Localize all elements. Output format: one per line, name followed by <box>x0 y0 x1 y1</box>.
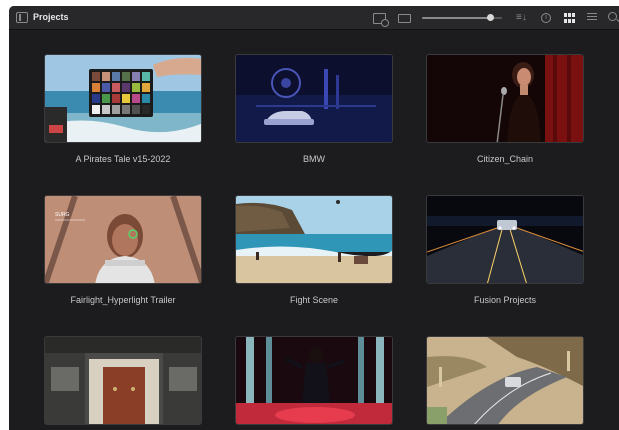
color-chart-swatch <box>132 83 140 92</box>
blue-night-car-image <box>236 55 392 142</box>
svg-text:SURG: SURG <box>55 212 70 218</box>
color-chart-swatch <box>112 83 120 92</box>
color-chart-swatch <box>122 72 130 81</box>
project-thumbnail[interactable] <box>44 54 202 143</box>
project-name: Fusion Projects <box>473 295 537 305</box>
neon-dancer-image <box>236 337 392 424</box>
display-icon[interactable] <box>398 14 411 23</box>
sidebar-toggle-icon[interactable] <box>16 12 28 23</box>
project-thumbnail[interactable] <box>235 54 393 143</box>
color-chart-swatch <box>112 94 120 103</box>
color-chart-swatch <box>122 83 130 92</box>
projects-window: Projects ≡↓ i A Pirates Tale v15-2022 BM… <box>9 6 619 430</box>
project-name: Fairlight_Hyperlight Trailer <box>70 295 176 305</box>
color-chart-swatch <box>92 72 100 81</box>
project-name: A Pirates Tale v15-2022 <box>75 154 171 164</box>
beach-color-chart-image <box>45 55 201 142</box>
color-chart-swatch <box>102 83 110 92</box>
search-icon[interactable] <box>608 12 617 21</box>
zoom-slider-thumb[interactable] <box>486 14 494 21</box>
info-icon[interactable]: i <box>541 13 551 23</box>
project-name: Fight Scene <box>289 295 339 305</box>
window-title: Projects <box>33 12 69 22</box>
project-thumbnail[interactable] <box>426 54 584 143</box>
color-chart-swatch <box>132 72 140 81</box>
project-thumbnail[interactable] <box>44 336 202 425</box>
color-chart-swatch <box>122 105 130 114</box>
storefront-door-image <box>45 337 201 424</box>
color-chart-swatch <box>132 105 140 114</box>
project-thumbnail[interactable] <box>426 336 584 425</box>
color-chart-swatch <box>102 72 110 81</box>
color-chart-swatch <box>142 94 150 103</box>
coastal-road-car-image <box>427 337 583 424</box>
project-grid: A Pirates Tale v15-2022 BMW Citizen_Chai… <box>9 30 619 430</box>
color-chart-swatch <box>102 105 110 114</box>
face-hud-image: SURG <box>45 196 201 283</box>
color-chart-swatch <box>112 105 120 114</box>
color-chart-swatch <box>102 94 110 103</box>
color-chart-swatch <box>92 94 100 103</box>
color-chart-swatch <box>122 94 130 103</box>
night-road-car-image <box>427 196 583 283</box>
beach-cliffs-image <box>236 196 392 283</box>
project-name: Citizen_Chain <box>476 154 534 164</box>
new-folder-icon[interactable] <box>373 13 389 27</box>
grid-view-icon[interactable] <box>564 13 575 23</box>
project-thumbnail[interactable] <box>235 336 393 425</box>
project-name: BMW <box>303 154 325 164</box>
color-chart-swatch <box>92 105 100 114</box>
zoom-slider-fill <box>422 17 490 19</box>
color-chart-swatch <box>92 83 100 92</box>
sort-icon[interactable]: ≡↓ <box>516 11 527 25</box>
color-chart-swatch <box>142 72 150 81</box>
color-chart-swatch <box>112 72 120 81</box>
list-view-icon[interactable] <box>587 13 597 23</box>
color-chart-swatch <box>142 105 150 114</box>
project-thumbnail[interactable] <box>426 195 584 284</box>
project-thumbnail[interactable] <box>235 195 393 284</box>
project-thumbnail[interactable]: SURG <box>44 195 202 284</box>
color-chart-swatch <box>132 94 140 103</box>
color-chart-swatch <box>142 83 150 92</box>
singer-red-curtain-image <box>427 55 583 142</box>
title-bar: Projects ≡↓ i <box>9 6 619 30</box>
